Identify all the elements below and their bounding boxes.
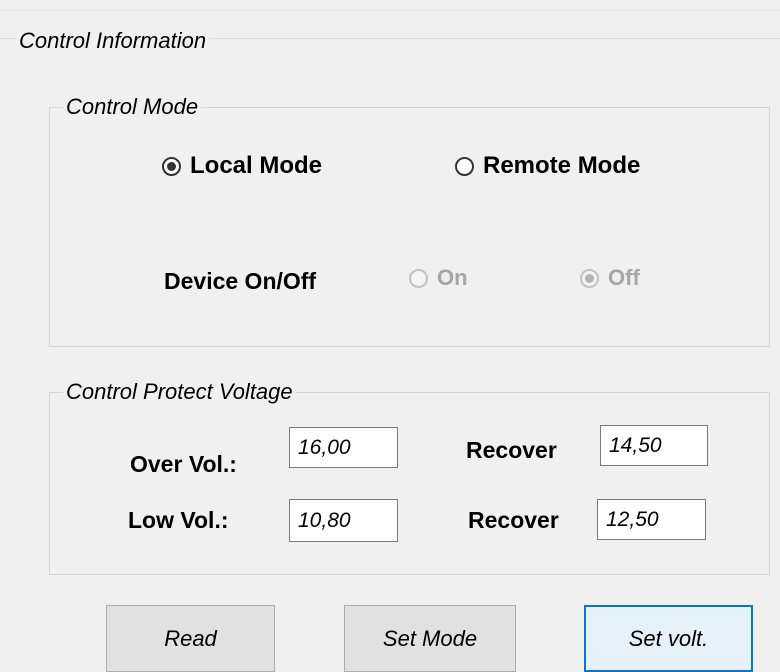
local-mode-radio[interactable]: Local Mode bbox=[162, 152, 322, 180]
over-recover-label: Recover bbox=[466, 437, 557, 463]
set-mode-button[interactable]: Set Mode bbox=[344, 605, 516, 672]
radio-unchecked-icon bbox=[409, 268, 428, 288]
control-information-legend: Control Information bbox=[16, 28, 210, 54]
protect-voltage-group bbox=[49, 392, 770, 575]
low-recover-input[interactable]: 12,50 bbox=[597, 499, 706, 540]
radio-checked-icon bbox=[162, 156, 181, 176]
remote-mode-label: Remote Mode bbox=[483, 152, 641, 179]
radio-unchecked-icon bbox=[455, 156, 474, 176]
set-volt-button[interactable]: Set volt. bbox=[584, 605, 753, 672]
device-off-label: Off bbox=[608, 265, 640, 290]
control-mode-legend: Control Mode bbox=[63, 94, 202, 120]
local-mode-label: Local Mode bbox=[190, 152, 323, 179]
device-on-off-label: Device On/Off bbox=[164, 268, 317, 294]
low-voltage-input[interactable]: 10,80 bbox=[289, 499, 398, 542]
over-voltage-label: Over Vol.: bbox=[130, 451, 237, 477]
low-recover-label: Recover bbox=[468, 507, 559, 533]
top-edge-line bbox=[0, 10, 780, 11]
read-button[interactable]: Read bbox=[106, 605, 275, 672]
radio-checked-icon bbox=[580, 268, 599, 288]
device-on-radio[interactable]: On bbox=[409, 265, 468, 291]
device-off-radio[interactable]: Off bbox=[580, 265, 640, 291]
over-recover-input[interactable]: 14,50 bbox=[600, 425, 708, 466]
device-on-label: On bbox=[437, 265, 468, 290]
over-voltage-input[interactable]: 16,00 bbox=[289, 427, 398, 468]
low-voltage-label: Low Vol.: bbox=[128, 507, 229, 533]
remote-mode-radio[interactable]: Remote Mode bbox=[455, 152, 640, 180]
control-mode-group bbox=[49, 107, 770, 347]
protect-voltage-legend: Control Protect Voltage bbox=[63, 379, 296, 405]
